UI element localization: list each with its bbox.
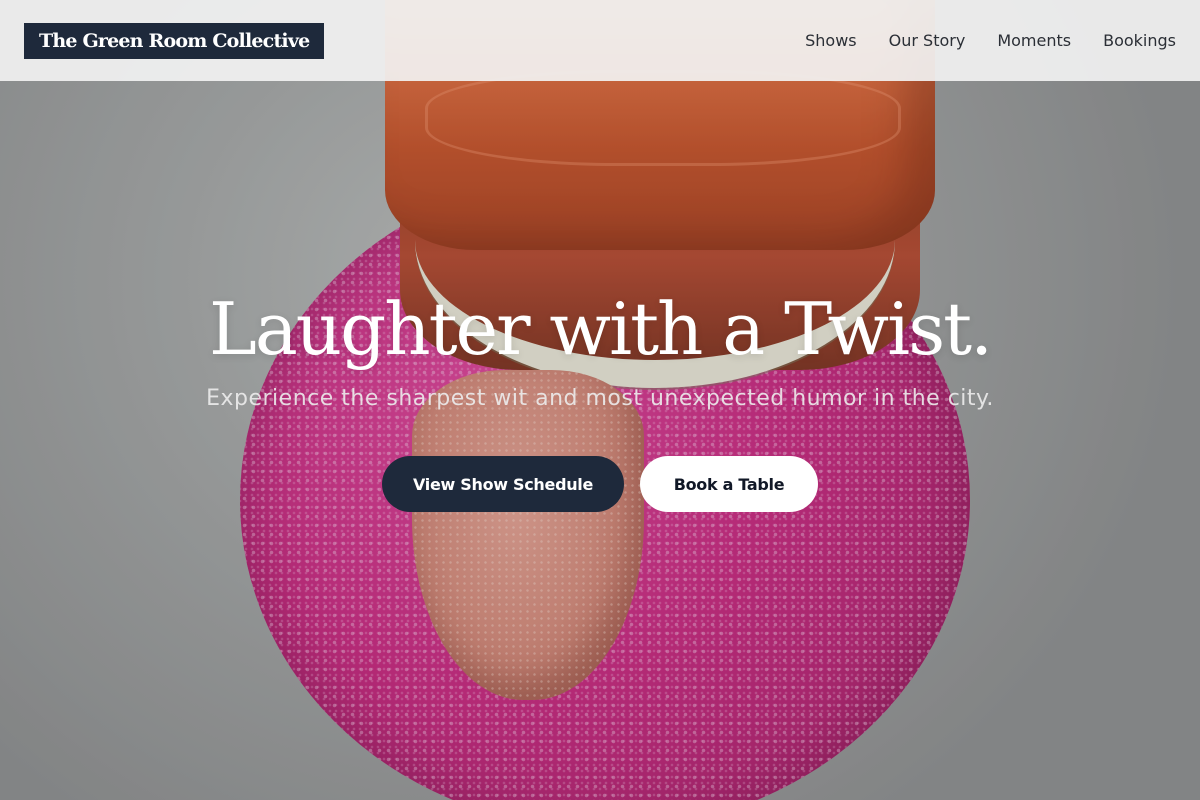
site-header: The Green Room Collective Shows Our Stor…	[0, 0, 1200, 81]
site-logo[interactable]: The Green Room Collective	[24, 22, 325, 59]
hero-cta-row: View Show Schedule Book a Table	[0, 456, 1200, 512]
nav-link-bookings[interactable]: Bookings	[1103, 31, 1176, 50]
nav-link-our-story[interactable]: Our Story	[889, 31, 966, 50]
nav-link-shows[interactable]: Shows	[805, 31, 857, 50]
hero-headline: Laughter with a Twist.	[209, 287, 993, 371]
view-show-schedule-button[interactable]: View Show Schedule	[382, 456, 624, 512]
nav-link-moments[interactable]: Moments	[997, 31, 1071, 50]
hero-subheadline: Experience the sharpest wit and most une…	[206, 386, 994, 411]
book-a-table-button[interactable]: Book a Table	[640, 456, 818, 512]
hero-content: Laughter with a Twist. Experience the sh…	[0, 284, 1200, 512]
main-nav: Shows Our Story Moments Bookings	[805, 31, 1176, 50]
